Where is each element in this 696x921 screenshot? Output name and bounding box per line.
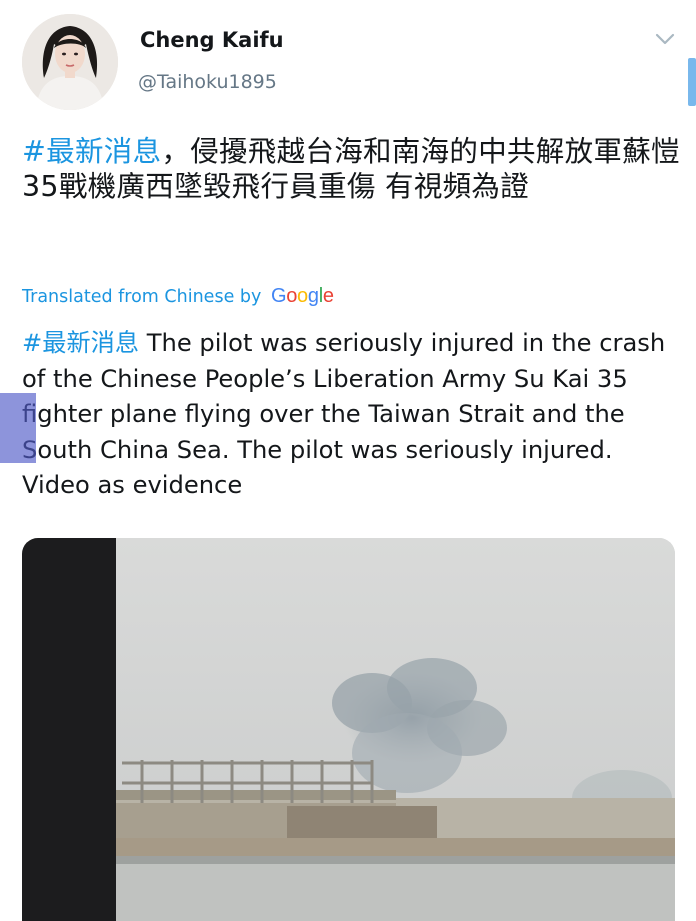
translated-hashtag-link[interactable]: #最新消息 bbox=[22, 329, 139, 357]
chevron-down-icon[interactable] bbox=[654, 31, 676, 47]
selection-highlight bbox=[0, 393, 36, 463]
video-frame bbox=[22, 538, 675, 921]
avatar-image bbox=[22, 14, 118, 110]
user-handle[interactable]: @Taihoku1895 bbox=[138, 71, 277, 93]
display-name[interactable]: Cheng Kaifu bbox=[140, 28, 284, 52]
google-logo: Google bbox=[270, 285, 334, 307]
tweet-media-video[interactable] bbox=[22, 538, 675, 921]
tweet-text: #最新消息，侵擾飛越台海和南海的中共解放軍蘇愷35戰機廣西墜毀飛行員重傷 有視頻… bbox=[22, 134, 682, 204]
translation-label: Translated from Chinese by bbox=[22, 287, 262, 307]
scrollbar-thumb[interactable] bbox=[688, 58, 696, 106]
avatar[interactable] bbox=[22, 14, 118, 110]
translated-text: #最新消息 The pilot was seriously injured in… bbox=[22, 326, 686, 504]
hashtag-link[interactable]: #最新消息 bbox=[22, 135, 161, 168]
translation-attribution[interactable]: Translated from Chinese by Google bbox=[22, 285, 334, 308]
